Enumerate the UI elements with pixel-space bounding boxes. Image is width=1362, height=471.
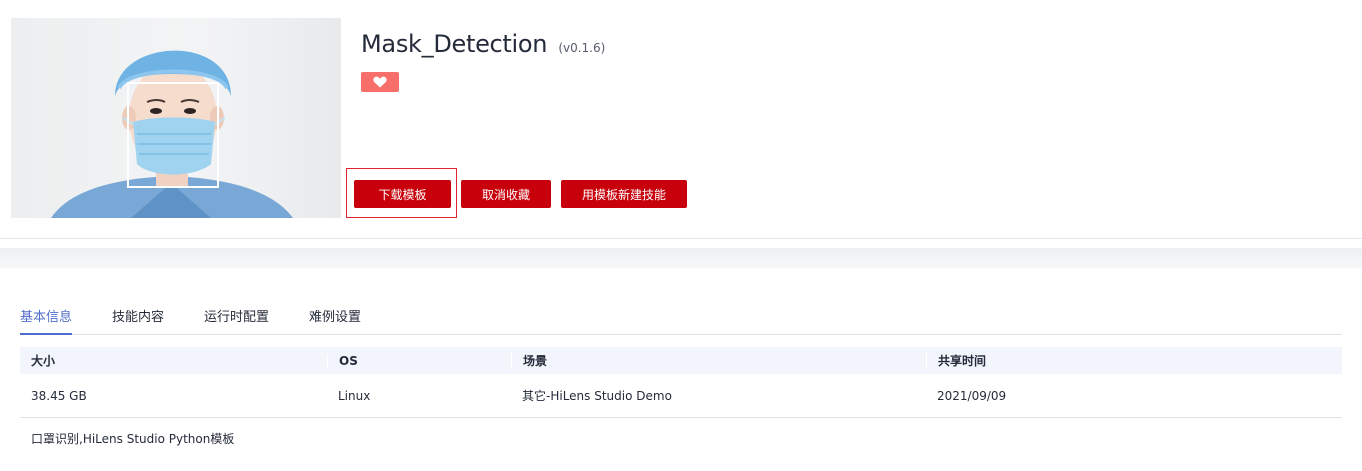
column-header-os: OS — [327, 353, 511, 368]
detail-tabs: 基本信息 技能内容 运行时配置 难例设置 — [20, 298, 1342, 335]
template-detail-page: Mask_Detection (v0.1.6) 下载模板 取消收藏 用模板新建技… — [0, 0, 1362, 471]
heart-icon — [373, 76, 387, 88]
table-header: 大小 OS 场景 共享时间 — [20, 347, 1342, 374]
download-template-button[interactable]: 下载模板 — [354, 180, 451, 208]
create-skill-from-template-button[interactable]: 用模板新建技能 — [561, 180, 687, 208]
favorite-badge[interactable] — [361, 72, 399, 92]
tab-hard-example-settings[interactable]: 难例设置 — [309, 298, 361, 334]
template-title-row: Mask_Detection (v0.1.6) — [361, 30, 605, 58]
template-version: (v0.1.6) — [558, 41, 606, 55]
template-thumbnail — [11, 18, 341, 218]
column-header-size: 大小 — [31, 354, 56, 368]
cell-share-time: 2021/09/09 — [937, 388, 1007, 403]
thumbnail-illustration — [51, 50, 293, 218]
cell-size: 38.45 GB — [31, 388, 87, 403]
tab-skill-content[interactable]: 技能内容 — [112, 298, 164, 334]
header-divider — [0, 238, 1362, 239]
cell-os: Linux — [338, 388, 371, 403]
table-row: 38.45 GB Linux 其它-HiLens Studio Demo 202… — [20, 374, 1342, 418]
tab-basic-info[interactable]: 基本信息 — [20, 298, 73, 335]
unfavorite-button[interactable]: 取消收藏 — [461, 180, 551, 208]
section-separator — [0, 248, 1362, 268]
tab-runtime-config[interactable]: 运行时配置 — [204, 298, 269, 334]
basic-info-table: 大小 OS 场景 共享时间 38.45 GB Linux 其它-HiLens S… — [20, 347, 1342, 418]
column-header-scenario: 场景 — [511, 352, 926, 369]
template-description: 口罩识别,HiLens Studio Python模板 — [31, 432, 235, 446]
column-header-share-time: 共享时间 — [926, 352, 1342, 369]
cell-scenario: 其它-HiLens Studio Demo — [522, 389, 672, 403]
template-title: Mask_Detection — [361, 30, 548, 58]
